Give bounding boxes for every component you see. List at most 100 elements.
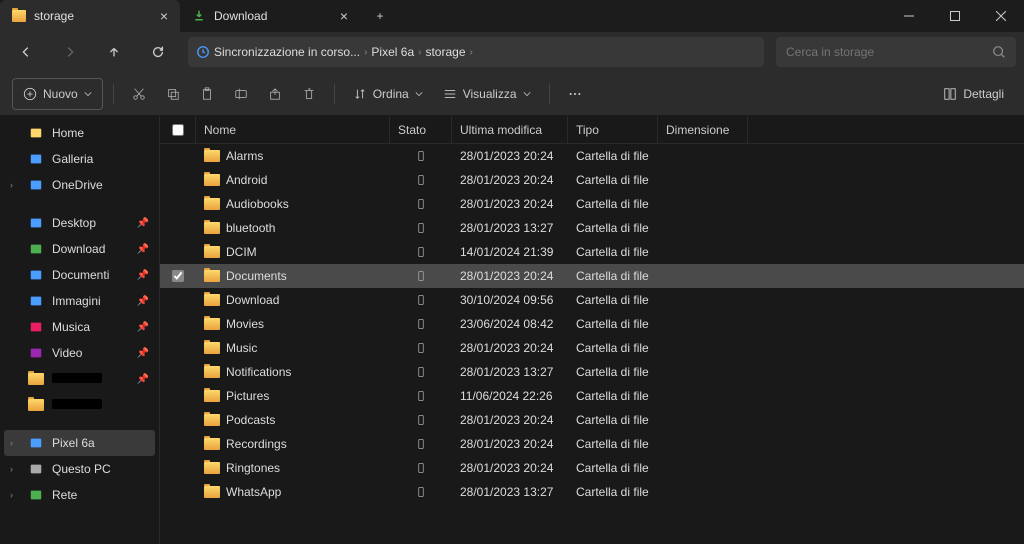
navbar: Sincronizzazione in corso... › Pixel 6a … bbox=[0, 32, 1024, 72]
window-controls bbox=[886, 0, 1024, 32]
view-button[interactable]: Visualizza bbox=[435, 78, 539, 110]
file-name: Alarms bbox=[226, 149, 263, 163]
paste-button[interactable] bbox=[192, 78, 222, 110]
table-row[interactable]: DCIM 14/01/2024 21:39 Cartella di file bbox=[160, 240, 1024, 264]
sidebar-item-pixel-6a[interactable]: › Pixel 6a bbox=[4, 430, 155, 456]
sidebar-item-home[interactable]: Home bbox=[0, 120, 159, 146]
download-icon bbox=[28, 241, 44, 257]
tab-download[interactable]: Download × bbox=[180, 0, 360, 32]
table-row[interactable]: Alarms 28/01/2023 20:24 Cartella di file bbox=[160, 144, 1024, 168]
folder-icon bbox=[204, 270, 220, 282]
folder-icon bbox=[204, 150, 220, 162]
minimize-button[interactable] bbox=[886, 0, 932, 32]
titlebar: storage × Download × + bbox=[0, 0, 1024, 32]
sidebar-item-redacted[interactable]: 📌 bbox=[0, 366, 159, 392]
sidebar-item-label bbox=[52, 398, 102, 412]
home-icon bbox=[28, 125, 44, 141]
sidebar-item-video[interactable]: Video📌 bbox=[0, 340, 159, 366]
chevron-right-icon: › bbox=[364, 47, 367, 58]
sidebar-item-redacted[interactable] bbox=[0, 392, 159, 418]
pc-icon bbox=[28, 461, 44, 477]
sidebar-item-galleria[interactable]: Galleria bbox=[0, 146, 159, 172]
sidebar-item-desktop[interactable]: Desktop📌 bbox=[0, 210, 159, 236]
delete-button[interactable] bbox=[294, 78, 324, 110]
table-row[interactable]: Recordings 28/01/2023 20:24 Cartella di … bbox=[160, 432, 1024, 456]
table-row[interactable]: Music 28/01/2023 20:24 Cartella di file bbox=[160, 336, 1024, 360]
sidebar-item-documenti[interactable]: Documenti📌 bbox=[0, 262, 159, 288]
folder-icon bbox=[204, 390, 220, 402]
documents-icon bbox=[28, 267, 44, 283]
breadcrumb[interactable]: Sincronizzazione in corso... › Pixel 6a … bbox=[188, 37, 764, 67]
file-name: Music bbox=[226, 341, 257, 355]
file-modified: 28/01/2023 20:24 bbox=[452, 149, 568, 163]
column-modified[interactable]: Ultima modifica bbox=[452, 116, 568, 143]
sort-button[interactable]: Ordina bbox=[345, 78, 431, 110]
folder-icon bbox=[204, 438, 220, 450]
up-button[interactable] bbox=[96, 36, 132, 68]
sidebar-item-rete[interactable]: › Rete bbox=[0, 482, 159, 508]
close-icon[interactable]: × bbox=[160, 8, 168, 24]
table-row[interactable]: Audiobooks 28/01/2023 20:24 Cartella di … bbox=[160, 192, 1024, 216]
table-row[interactable]: WhatsApp 28/01/2023 13:27 Cartella di fi… bbox=[160, 480, 1024, 504]
copy-button[interactable] bbox=[158, 78, 188, 110]
table-row[interactable]: Pictures 11/06/2024 22:26 Cartella di fi… bbox=[160, 384, 1024, 408]
sidebar-item-musica[interactable]: Musica📌 bbox=[0, 314, 159, 340]
refresh-button[interactable] bbox=[140, 36, 176, 68]
file-modified: 28/01/2023 20:24 bbox=[452, 269, 568, 283]
file-name: Audiobooks bbox=[226, 197, 289, 211]
file-modified: 28/01/2023 20:24 bbox=[452, 437, 568, 451]
breadcrumb-item[interactable]: storage bbox=[425, 45, 465, 59]
table-row[interactable]: Movies 23/06/2024 08:42 Cartella di file bbox=[160, 312, 1024, 336]
table-row[interactable]: bluetooth 28/01/2023 13:27 Cartella di f… bbox=[160, 216, 1024, 240]
file-name: Download bbox=[226, 293, 279, 307]
table-row[interactable]: Documents 28/01/2023 20:24 Cartella di f… bbox=[160, 264, 1024, 288]
more-button[interactable] bbox=[560, 78, 590, 110]
breadcrumb-item[interactable]: Pixel 6a bbox=[371, 45, 414, 59]
select-all-checkbox[interactable] bbox=[160, 116, 196, 143]
row-checkbox[interactable] bbox=[172, 270, 184, 282]
tab-storage[interactable]: storage × bbox=[0, 0, 180, 32]
file-state bbox=[390, 438, 452, 450]
file-state bbox=[390, 462, 452, 474]
back-button[interactable] bbox=[8, 36, 44, 68]
rename-button[interactable] bbox=[226, 78, 256, 110]
sidebar-item-label: Immagini bbox=[52, 294, 101, 308]
close-button[interactable] bbox=[978, 0, 1024, 32]
new-button[interactable]: Nuovo bbox=[12, 78, 103, 110]
breadcrumb-item[interactable]: Sincronizzazione in corso... bbox=[214, 45, 360, 59]
file-modified: 14/01/2024 21:39 bbox=[452, 245, 568, 259]
cut-button[interactable] bbox=[124, 78, 154, 110]
file-name: WhatsApp bbox=[226, 485, 281, 499]
folder-icon bbox=[204, 366, 220, 378]
file-modified: 28/01/2023 20:24 bbox=[452, 461, 568, 475]
column-state[interactable]: Stato bbox=[390, 116, 452, 143]
column-size[interactable]: Dimensione bbox=[658, 116, 748, 143]
folder-icon bbox=[204, 414, 220, 426]
maximize-button[interactable] bbox=[932, 0, 978, 32]
search-box[interactable] bbox=[776, 37, 1016, 67]
tab-add-button[interactable]: + bbox=[360, 0, 400, 32]
column-headers: Nome Stato Ultima modifica Tipo Dimensio… bbox=[160, 116, 1024, 144]
share-button[interactable] bbox=[260, 78, 290, 110]
table-row[interactable]: Ringtones 28/01/2023 20:24 Cartella di f… bbox=[160, 456, 1024, 480]
sidebar-item-questo-pc[interactable]: › Questo PC bbox=[0, 456, 159, 482]
column-type[interactable]: Tipo bbox=[568, 116, 658, 143]
table-row[interactable]: Android 28/01/2023 20:24 Cartella di fil… bbox=[160, 168, 1024, 192]
close-icon[interactable]: × bbox=[340, 8, 348, 24]
table-row[interactable]: Podcasts 28/01/2023 20:24 Cartella di fi… bbox=[160, 408, 1024, 432]
file-type: Cartella di file bbox=[568, 317, 658, 331]
table-row[interactable]: Download 30/10/2024 09:56 Cartella di fi… bbox=[160, 288, 1024, 312]
folder-icon bbox=[204, 342, 220, 354]
details-button[interactable]: Dettagli bbox=[935, 87, 1012, 101]
search-input[interactable] bbox=[786, 45, 984, 59]
sidebar-item-immagini[interactable]: Immagini📌 bbox=[0, 288, 159, 314]
file-type: Cartella di file bbox=[568, 389, 658, 403]
share-icon bbox=[268, 86, 282, 102]
sidebar-item-onedrive[interactable]: › OneDrive bbox=[0, 172, 159, 198]
sort-icon bbox=[353, 87, 367, 101]
forward-button[interactable] bbox=[52, 36, 88, 68]
sidebar-item-download[interactable]: Download📌 bbox=[0, 236, 159, 262]
sidebar-item-label: Video bbox=[52, 346, 82, 360]
column-name[interactable]: Nome bbox=[196, 116, 390, 143]
table-row[interactable]: Notifications 28/01/2023 13:27 Cartella … bbox=[160, 360, 1024, 384]
